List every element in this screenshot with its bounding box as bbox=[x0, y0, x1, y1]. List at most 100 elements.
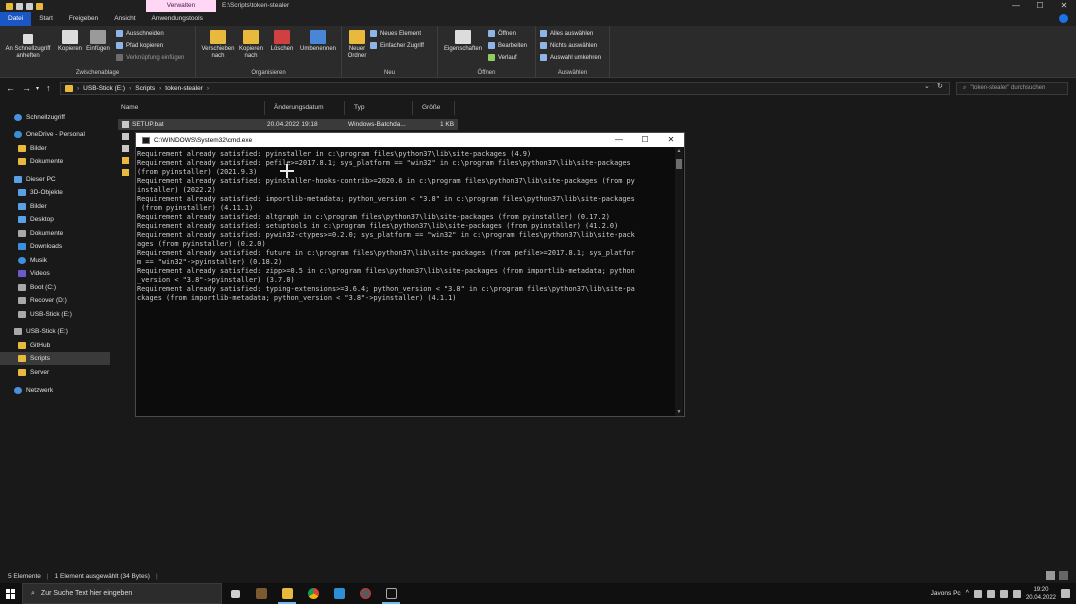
pin-quick-access-button[interactable]: An Schnellzugriff anheften bbox=[2, 30, 54, 60]
nav-item-usb-stick[interactable]: USB-Stick (E:) bbox=[0, 325, 110, 338]
new-item-button[interactable]: Neues Element bbox=[370, 30, 421, 37]
nav-item-quick-access[interactable]: Schnellzugriff bbox=[0, 111, 110, 124]
cmd-title-bar[interactable]: C:\WINDOWS\System32\cmd.exe — ☐ ✕ bbox=[136, 133, 684, 147]
search-input[interactable]: ⌕ "token-stealer" durchsuchen bbox=[956, 82, 1068, 95]
copy-button[interactable]: Kopieren bbox=[56, 30, 84, 53]
tab-start[interactable]: Start bbox=[31, 12, 61, 26]
notification-icon[interactable] bbox=[1061, 589, 1070, 598]
forward-arrow-icon[interactable]: → bbox=[22, 83, 31, 93]
copy-path-button[interactable]: Pfad kopieren bbox=[116, 42, 163, 49]
select-none-button[interactable]: Nichts auswählen bbox=[540, 42, 597, 49]
scroll-up-icon[interactable]: ▲ bbox=[675, 148, 683, 154]
taskbar-app-vscode[interactable] bbox=[326, 583, 352, 604]
properties-button[interactable]: Eigenschaften bbox=[440, 30, 486, 53]
cmd-maximize-button[interactable]: ☐ bbox=[632, 133, 658, 147]
easy-access-button[interactable]: Einfacher Zugriff bbox=[370, 42, 424, 49]
refresh-icon[interactable]: ↻ bbox=[937, 82, 943, 90]
invert-selection-button[interactable]: Auswahl umkehren bbox=[540, 54, 601, 61]
nav-label: Server bbox=[30, 369, 50, 376]
properties-icon[interactable] bbox=[16, 2, 23, 10]
nav-item-downloads[interactable]: Downloads bbox=[0, 240, 110, 253]
column-header-date[interactable]: Änderungsdatum bbox=[265, 101, 345, 115]
select-all-button[interactable]: Alles auswählen bbox=[540, 30, 593, 37]
tab-file[interactable]: Datei bbox=[0, 12, 32, 26]
dropdown-icon[interactable] bbox=[36, 2, 43, 10]
edit-button[interactable]: Bearbeiten bbox=[488, 42, 527, 49]
details-view-icon[interactable] bbox=[1046, 571, 1055, 580]
cmd-close-button[interactable]: ✕ bbox=[658, 133, 684, 147]
new-folder-icon[interactable] bbox=[26, 2, 33, 10]
tray-user-label[interactable]: Javons Pc bbox=[931, 590, 961, 597]
breadcrumb-usb-stick[interactable]: USB-Stick (E:) bbox=[83, 85, 125, 92]
copy-to-button[interactable]: Kopieren nach bbox=[236, 30, 266, 60]
nav-item-onedrive[interactable]: OneDrive - Personal bbox=[0, 128, 110, 141]
nav-item-3d-objects[interactable]: 3D-Objekte bbox=[0, 186, 110, 199]
scroll-down-icon[interactable]: ▼ bbox=[675, 409, 683, 415]
back-arrow-icon[interactable]: ← bbox=[6, 83, 15, 93]
nav-item-music[interactable]: Musik bbox=[0, 254, 110, 267]
network-icon[interactable] bbox=[986, 589, 995, 598]
nav-item-onedrive-documents[interactable]: Dokumente bbox=[0, 155, 110, 168]
cut-button[interactable]: Ausschneiden bbox=[116, 30, 164, 37]
paste-button[interactable]: Einfügen bbox=[84, 30, 112, 53]
minimize-button[interactable]: — bbox=[1004, 0, 1028, 12]
task-view-button[interactable] bbox=[222, 583, 248, 604]
start-button[interactable] bbox=[0, 583, 22, 604]
nav-item-pictures[interactable]: Bilder bbox=[0, 200, 110, 213]
nav-item-desktop[interactable]: Desktop bbox=[0, 213, 110, 226]
nav-item-boot-c[interactable]: Boot (C:) bbox=[0, 281, 110, 294]
address-bar[interactable]: › USB-Stick (E:) › Scripts › token-steal… bbox=[60, 82, 950, 95]
rename-button[interactable]: Umbenennen bbox=[296, 30, 340, 53]
cmd-minimize-button[interactable]: — bbox=[606, 133, 632, 147]
delete-button[interactable]: Löschen bbox=[268, 30, 296, 53]
maximize-button[interactable]: ☐ bbox=[1028, 0, 1052, 12]
cmd-scroll-thumb[interactable] bbox=[676, 159, 682, 169]
nav-item-this-pc[interactable]: Dieser PC bbox=[0, 173, 110, 186]
tab-app-tools[interactable]: Anwendungstools bbox=[144, 12, 211, 26]
cmd-scrollbar[interactable]: ▲ ▼ bbox=[675, 147, 683, 416]
help-icon[interactable] bbox=[1059, 14, 1068, 23]
tab-share[interactable]: Freigeben bbox=[61, 12, 106, 26]
nav-item-videos[interactable]: Videos bbox=[0, 267, 110, 280]
breadcrumb-token-stealer[interactable]: token-stealer bbox=[165, 85, 203, 92]
cmd-window[interactable]: C:\WINDOWS\System32\cmd.exe — ☐ ✕ Requir… bbox=[135, 132, 685, 417]
column-header-name[interactable]: Name bbox=[112, 101, 265, 115]
taskbar-search-input[interactable]: ⌕ Zur Suche Text hier eingeben bbox=[22, 583, 222, 604]
tray-app-icon[interactable] bbox=[973, 589, 982, 598]
taskbar-app-chrome[interactable] bbox=[300, 583, 326, 604]
nav-item-github[interactable]: GitHub bbox=[0, 339, 110, 352]
recent-chevron-icon[interactable]: ▾ bbox=[36, 85, 39, 92]
breadcrumb-scripts[interactable]: Scripts bbox=[135, 85, 155, 92]
paste-shortcut-button[interactable]: Verknüpfung einfügen bbox=[116, 54, 184, 61]
show-hidden-icons-chevron-icon[interactable]: ^ bbox=[966, 590, 969, 597]
cmd-output[interactable]: Requirement already satisfied: pyinstall… bbox=[136, 147, 676, 416]
up-arrow-icon[interactable]: ↑ bbox=[46, 83, 51, 93]
volume-icon[interactable] bbox=[999, 589, 1008, 598]
large-icons-view-icon[interactable] bbox=[1059, 571, 1068, 580]
move-to-button[interactable]: Verschieben nach bbox=[200, 30, 236, 60]
context-tab-manage[interactable]: Verwalten bbox=[146, 0, 216, 12]
open-button[interactable]: Öffnen bbox=[488, 30, 516, 37]
nav-item-network[interactable]: Netzwerk bbox=[0, 384, 110, 397]
nav-item-usb-stick-pc[interactable]: USB-Stick (E:) bbox=[0, 308, 110, 321]
close-button[interactable]: ✕ bbox=[1052, 0, 1076, 12]
nav-item-recover-d[interactable]: Recover (D:) bbox=[0, 294, 110, 307]
taskbar-app-minecraft[interactable] bbox=[248, 583, 274, 604]
tray-misc-icon[interactable] bbox=[1012, 589, 1021, 598]
taskbar-app-explorer[interactable] bbox=[274, 583, 300, 604]
file-row-setup-bat[interactable]: SETUP.bat 20.04.2022 19:18 Windows-Batch… bbox=[118, 119, 458, 130]
nav-item-server[interactable]: Server bbox=[0, 366, 110, 379]
taskbar-app-cmd[interactable] bbox=[378, 583, 404, 604]
nav-item-documents[interactable]: Dokumente bbox=[0, 227, 110, 240]
column-header-type[interactable]: Typ bbox=[345, 101, 413, 115]
taskbar-app-obs[interactable] bbox=[352, 583, 378, 604]
address-dropdown-icon[interactable]: ⌄ bbox=[924, 82, 930, 90]
history-button[interactable]: Verlauf bbox=[488, 54, 517, 61]
column-header-size[interactable]: Größe bbox=[413, 101, 455, 115]
taskbar-clock[interactable]: 19:20 20.04.2022 bbox=[1026, 586, 1056, 602]
nav-item-onedrive-pictures[interactable]: Bilder bbox=[0, 142, 110, 155]
new-folder-button[interactable]: Neuer Ordner bbox=[344, 30, 370, 60]
history-icon bbox=[488, 54, 495, 61]
tab-view[interactable]: Ansicht bbox=[106, 12, 143, 26]
nav-item-scripts[interactable]: Scripts bbox=[0, 352, 110, 365]
